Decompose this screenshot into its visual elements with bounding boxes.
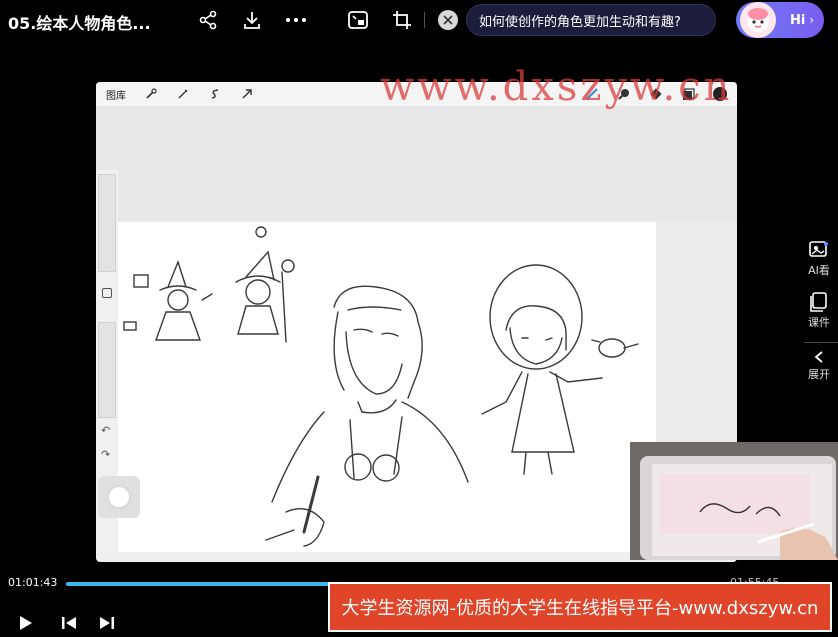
share-icon[interactable] — [196, 8, 220, 32]
courseware-button[interactable]: 课件 — [800, 292, 838, 330]
current-time: 01:01:43 — [8, 576, 58, 589]
ai-question-text: 如何使创作的角色更加生动和有趣? — [479, 14, 681, 30]
courseware-icon — [810, 292, 827, 312]
ai-assistant-button[interactable]: Hi › — [736, 2, 824, 38]
chevron-right-icon: › — [809, 13, 815, 27]
toolbar-divider — [424, 12, 425, 28]
promo-banner-text: 大学生资源网-优质的大学生在线指导平台-www.dxszyw.cn — [341, 598, 819, 619]
play-button[interactable] — [14, 612, 36, 634]
chevron-left-icon — [814, 351, 823, 363]
play-icon — [20, 616, 32, 630]
progress-fill — [66, 582, 334, 586]
courseware-label: 课件 — [808, 316, 830, 329]
top-bar: 05.绘本人物角色... 如何使创作的角色更加生动和有趣? Hi › — [0, 0, 838, 42]
download-icon[interactable] — [240, 8, 264, 32]
previous-button[interactable] — [58, 612, 80, 634]
skip-next-icon — [100, 617, 114, 629]
ai-image-icon — [809, 241, 828, 257]
watermark-text: www.dxszyw.cn — [380, 64, 733, 110]
camera-pip-view[interactable] — [630, 442, 838, 560]
ai-question-suggestion[interactable]: 如何使创作的角色更加生动和有趣? — [466, 4, 716, 36]
more-icon[interactable] — [284, 8, 308, 32]
video-title: 05.绘本人物角色... — [8, 14, 151, 33]
assistant-avatar-icon — [740, 2, 776, 38]
ai-watch-button[interactable]: AI看 — [800, 240, 838, 278]
next-button[interactable] — [96, 612, 118, 634]
skip-previous-icon — [62, 617, 76, 629]
sidebar-divider — [804, 342, 838, 343]
picture-in-picture-icon[interactable] — [346, 8, 370, 32]
expand-button[interactable]: 展开 — [800, 350, 838, 382]
assistant-hi-label: Hi — [790, 12, 806, 28]
crop-icon[interactable] — [390, 8, 414, 32]
close-icon[interactable] — [438, 10, 458, 30]
camera-feed — [630, 442, 838, 560]
promo-banner: 大学生资源网-优质的大学生在线指导平台-www.dxszyw.cn — [328, 582, 832, 632]
expand-label: 展开 — [808, 368, 830, 381]
video-player-window: 05.绘本人物角色... 如何使创作的角色更加生动和有趣? Hi › 图库 ↶ … — [0, 0, 838, 637]
ai-watch-label: AI看 — [808, 264, 830, 277]
